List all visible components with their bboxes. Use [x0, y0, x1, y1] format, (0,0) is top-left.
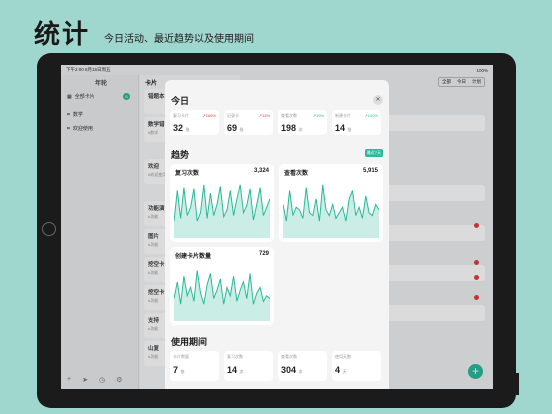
tile-change: ↗100%: [364, 113, 378, 118]
close-icon[interactable]: ✕: [373, 95, 383, 105]
tile-change: ↗19%: [312, 113, 324, 118]
tile-value: 32 张: [173, 123, 190, 133]
today-tile-review: 复习卡片 ↗166% 32 张: [170, 110, 219, 135]
tile-value: 69 张: [227, 123, 244, 133]
chart-created-cards: 创建卡片数量 729: [170, 247, 274, 325]
statistics-modal: 今日 ✕ 复习卡片 ↗166% 32 张 记录卡 ↗13% 69 张 查看次数 …: [165, 80, 389, 389]
today-section-title: 今日: [171, 96, 190, 106]
trend-section-title: 趋势: [171, 150, 190, 160]
today-tile-views: 查看次数 ↗19% 198 次: [278, 110, 327, 135]
tile-label: 查看次数: [281, 354, 297, 359]
promo-subtitle: 今日活动、最近趋势以及使用期间: [104, 34, 255, 45]
tile-change: ↗166%: [202, 113, 216, 118]
chart-total: 3,324: [253, 168, 269, 174]
tile-value: 198 次: [281, 123, 303, 133]
chart-area: [283, 184, 379, 238]
tile-label: 使用天数: [335, 354, 351, 359]
chart-total: 5,915: [362, 168, 378, 174]
chart-title: 创建卡片数量: [175, 254, 212, 260]
tile-label: 复习次数: [227, 354, 243, 359]
chart-total: 729: [258, 251, 269, 257]
usage-tile-views: 查看次数 304 次: [278, 351, 327, 381]
tile-value: 14 次: [227, 365, 244, 375]
tile-change: ↗13%: [258, 113, 270, 118]
tablet-stand: [516, 373, 519, 395]
today-tile-memorized: 记录卡 ↗13% 69 张: [224, 110, 273, 135]
promo-header: 统计 今日活动、最近趋势以及使用期间: [34, 14, 254, 51]
tile-value: 14 张: [335, 123, 352, 133]
app-screen: 下午2:00 8月15日周五 100% 年轮 ▦ 全部卡片 8 ⌗ 数学 ⌗ 欢…: [61, 65, 493, 389]
usage-tile-days: 使用天数 4 天: [332, 351, 381, 381]
promo-title: 统计: [34, 19, 91, 49]
usage-section-title: 使用期间: [171, 337, 208, 347]
trend-range-badge[interactable]: 最近7天: [364, 149, 383, 157]
chart-title: 复习次数: [175, 171, 200, 177]
chart-title: 查看次数: [284, 171, 309, 177]
home-button: [42, 222, 56, 236]
usage-tile-cards: 卡片数量 7 张: [170, 351, 219, 381]
chart-area: [174, 270, 270, 321]
tile-value: 304 次: [281, 365, 303, 375]
chart-review-count: 复习次数 3,324: [170, 164, 274, 242]
chart-view-count: 查看次数 5,915: [279, 164, 383, 242]
today-tile-new: 新建卡片 ↗100% 14 张: [332, 110, 381, 135]
tile-value: 7 张: [173, 365, 185, 375]
tile-value: 4 天: [335, 365, 347, 375]
chart-area: [174, 184, 270, 238]
tile-label: 卡片数量: [173, 354, 189, 359]
usage-tile-reviews: 复习次数 14 次: [224, 351, 273, 381]
